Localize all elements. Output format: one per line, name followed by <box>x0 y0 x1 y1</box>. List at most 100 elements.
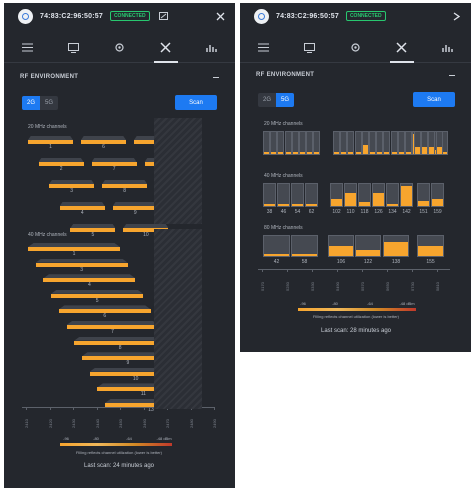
channel-20-cell <box>376 131 384 155</box>
frequency-tick-label: 5810 <box>435 282 440 291</box>
utilization-fill <box>306 203 317 206</box>
section-title: RF ENVIRONMENT <box>256 72 315 78</box>
channel-20-cell <box>340 131 348 155</box>
utilization-fill <box>401 186 412 206</box>
axis-tick <box>262 269 263 272</box>
utilization-fill <box>292 151 298 154</box>
utilization-fill <box>285 151 291 154</box>
chevron-right-icon[interactable] <box>449 9 463 23</box>
signal-icon[interactable] <box>157 9 171 23</box>
band-2g-button[interactable]: 2G <box>22 96 40 110</box>
tab-charts[interactable] <box>434 34 462 62</box>
band-5g-button[interactable]: 5G <box>40 96 58 110</box>
axis-tick <box>49 407 51 410</box>
axis-tick <box>412 269 413 272</box>
utilization-fill <box>264 151 269 154</box>
channel-40-cell <box>277 183 290 207</box>
tab-stats[interactable] <box>59 34 87 62</box>
tab-settings[interactable] <box>105 34 133 62</box>
status-badge: CONNECTED <box>345 11 386 21</box>
utilization-fill <box>418 200 429 206</box>
channel-80-cell <box>417 235 444 257</box>
channel-80-label: 106 <box>336 259 346 265</box>
utilization-fill <box>373 192 384 206</box>
axis-tick <box>73 407 74 410</box>
legend-max: -48 dBm <box>156 436 172 441</box>
utilization-fill <box>362 145 368 154</box>
channel-40-cell <box>400 183 413 207</box>
channel-40-label: 7 <box>111 329 114 335</box>
tab-tools[interactable] <box>388 34 416 63</box>
device-header: 74:83:C2:96:50:57 CONNECTED <box>240 3 471 29</box>
channel-20-label: 6 <box>102 144 105 150</box>
tab-list[interactable] <box>13 34 41 62</box>
utilization-fill <box>387 203 398 206</box>
utilization-fill <box>307 151 313 154</box>
axis-tick <box>362 269 363 272</box>
channel-20-cell <box>313 131 321 155</box>
utilization-fill <box>334 151 339 154</box>
tools-icon <box>396 42 407 53</box>
channel-20-cell <box>333 131 340 155</box>
utilization-fill <box>278 203 289 206</box>
tab-stats[interactable] <box>295 34 323 62</box>
channel-40-label: 1 <box>72 251 76 257</box>
tab-bar <box>4 33 235 63</box>
channel-20-cell <box>390 131 398 155</box>
channel-20-cell <box>361 131 369 155</box>
band-2g-button[interactable]: 2G <box>258 93 276 107</box>
channel-20-label: 1 <box>49 144 52 150</box>
tools-icon <box>160 42 171 53</box>
channel-40-label: 5 <box>95 297 99 304</box>
last-scan: Last scan: 28 minutes ago <box>320 328 392 334</box>
utilization-fill <box>436 147 442 154</box>
utilization-fill <box>300 151 305 154</box>
legend-mid2: -64 <box>367 301 373 306</box>
channel-40-cell <box>263 183 276 207</box>
utilization-fill <box>359 201 370 206</box>
tab-tools[interactable] <box>152 34 180 63</box>
utilization-fill <box>377 151 383 154</box>
scan-button[interactable]: Scan <box>413 92 455 107</box>
channel-80-cell <box>328 235 354 257</box>
collapse-icon[interactable] <box>449 75 455 76</box>
channel-20-label: 7 <box>112 166 116 172</box>
frequency-tick-label: 5570 <box>360 282 365 291</box>
tab-settings[interactable] <box>341 34 369 62</box>
frequency-tick-label: 2440 <box>94 419 100 428</box>
channel-20-label: 9 <box>133 210 137 216</box>
close-icon[interactable] <box>213 9 227 23</box>
utilization-fill <box>292 203 303 206</box>
tab-charts[interactable] <box>198 34 226 62</box>
channel-40-label: 54 <box>294 209 301 215</box>
device-mac: 74:83:C2:96:50:57 <box>40 12 103 20</box>
utilization-fill <box>264 203 275 206</box>
axis-tick <box>437 269 438 272</box>
channel-40-label: 159 <box>433 209 442 215</box>
channel-20-label: 4 <box>80 210 84 216</box>
channel-40-cell <box>344 183 357 207</box>
axis-tick <box>387 269 388 272</box>
band-5g-button[interactable]: 5G <box>276 93 294 107</box>
channel-40-label: 46 <box>280 209 287 215</box>
channel-40-label: 151 <box>419 209 428 215</box>
channel-40-cell <box>372 183 385 207</box>
channel-40-label: 38 <box>266 209 273 215</box>
legend-note: Filling reflects channel utilization (lo… <box>75 450 163 455</box>
list-icon <box>257 43 269 52</box>
band-toggle: 2G 5G <box>22 96 58 110</box>
section-title: RF ENVIRONMENT <box>20 74 79 80</box>
channel-20-label: 10 <box>143 232 149 238</box>
collapse-icon[interactable] <box>213 77 219 78</box>
device-logo-icon <box>254 8 269 24</box>
channel-80-label: 138 <box>391 259 401 265</box>
scan-button[interactable]: Scan <box>175 95 217 110</box>
utilization-fill <box>345 192 356 206</box>
channel-20-cell <box>354 131 362 155</box>
frequency-tick-label: 2430 <box>71 419 76 428</box>
tab-list[interactable] <box>249 34 277 62</box>
channel-80-cell <box>355 235 381 257</box>
utilization-fill <box>415 147 420 154</box>
channel-20-cell <box>383 131 391 155</box>
signal-legend-bar <box>298 308 416 311</box>
